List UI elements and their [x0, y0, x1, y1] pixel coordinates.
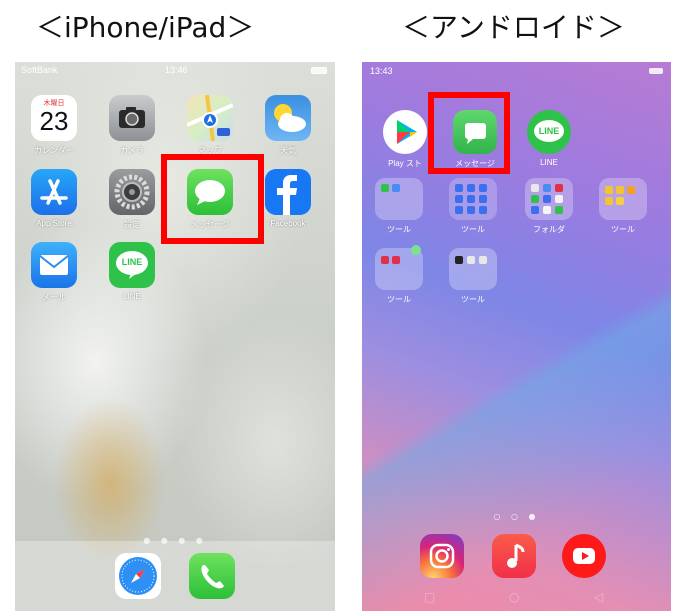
app-label: カメラ	[120, 146, 144, 155]
page-indicator: ○ ○ ●	[493, 512, 540, 521]
play-store-icon	[383, 110, 427, 154]
app-label: Facebook	[270, 219, 306, 228]
folder-icon	[375, 178, 423, 220]
folder-icon	[375, 245, 423, 290]
folder-tools[interactable]: ツール	[364, 245, 434, 305]
android-status-bar: 13:43	[362, 62, 671, 80]
messages-highlight-box	[428, 92, 510, 174]
instagram-icon[interactable]	[420, 534, 464, 578]
app-settings[interactable]: 設定	[101, 169, 163, 230]
folder-label: ツール	[387, 295, 411, 304]
youtube-icon[interactable]	[562, 534, 606, 578]
line-icon: LINE	[109, 242, 155, 288]
folder-label: ツール	[387, 225, 411, 234]
app-store-icon	[31, 169, 77, 215]
app-label: 設定	[124, 220, 140, 229]
battery-icon	[311, 67, 327, 74]
android-screen: 13:43 Play スト メッセージ LINE LINE ツール ツール フォ…	[362, 62, 671, 611]
facebook-icon	[265, 169, 311, 215]
battery-icon	[649, 68, 663, 74]
app-label: LINE	[540, 158, 558, 167]
android-heading: ＜アンドロイド＞	[402, 11, 625, 44]
app-label: LINE	[123, 292, 141, 301]
app-camera[interactable]: カメラ	[101, 95, 163, 156]
folder-folder[interactable]: フォルダ	[514, 178, 584, 235]
home-button[interactable]: ○	[509, 590, 519, 604]
app-weather[interactable]: 天気	[257, 95, 319, 156]
clock-label: 13:43	[370, 66, 393, 76]
phone-icon[interactable]	[189, 553, 235, 599]
clock-label: 13:46	[165, 65, 188, 75]
android-nav-bar: □ ○ ◁	[362, 583, 671, 611]
weather-icon	[265, 95, 311, 141]
line-icon: LINE	[527, 110, 571, 154]
app-app-store[interactable]: App Store	[23, 169, 85, 228]
app-calendar[interactable]: 木曜日 23 カレンダー	[23, 95, 85, 156]
music-icon[interactable]	[492, 534, 536, 578]
folder-label: ツール	[461, 225, 485, 234]
folder-icon	[599, 178, 647, 220]
mail-icon	[31, 242, 77, 288]
carrier-label: SoftBank	[21, 65, 58, 75]
folder-label: ツール	[611, 225, 635, 234]
maps-icon	[187, 95, 233, 141]
app-label: メール	[42, 293, 66, 302]
folder-tools[interactable]: ツール	[438, 178, 508, 235]
folder-icon	[449, 248, 497, 290]
app-label: App Store	[36, 219, 72, 228]
app-mail[interactable]: メール	[23, 242, 85, 303]
line-logo-text: LINE	[121, 257, 143, 267]
app-maps[interactable]: マップ	[179, 95, 241, 156]
safari-icon[interactable]	[115, 553, 161, 599]
calendar-icon: 木曜日 23	[31, 95, 77, 141]
ios-dock	[15, 541, 335, 611]
ios-heading: ＜iPhone/iPad＞	[36, 11, 255, 44]
folder-tools[interactable]: ツール	[438, 248, 508, 305]
folder-tools[interactable]: ツール	[364, 178, 434, 235]
folder-tools[interactable]: ツール	[588, 178, 658, 235]
app-label: カレンダー	[34, 146, 74, 155]
messages-highlight-box	[161, 154, 264, 244]
folder-label: フォルダ	[533, 225, 565, 234]
app-facebook[interactable]: Facebook	[257, 169, 319, 228]
line-logo-text: LINE	[538, 126, 560, 136]
folder-icon	[449, 178, 497, 220]
app-line[interactable]: LINE LINE	[514, 110, 584, 167]
folder-icon	[525, 178, 573, 220]
app-line[interactable]: LINE LINE	[101, 242, 163, 301]
back-button[interactable]: ◁	[594, 590, 603, 604]
recents-button[interactable]: □	[424, 590, 435, 604]
iphone-screen: SoftBank 13:46 木曜日 23 カレンダー カメラ マップ 天気 A…	[15, 62, 335, 611]
camera-icon	[109, 95, 155, 141]
ios-status-bar: SoftBank 13:46	[15, 62, 335, 80]
folder-label: ツール	[461, 295, 485, 304]
app-label: 天気	[280, 146, 296, 155]
gear-icon	[109, 169, 155, 215]
